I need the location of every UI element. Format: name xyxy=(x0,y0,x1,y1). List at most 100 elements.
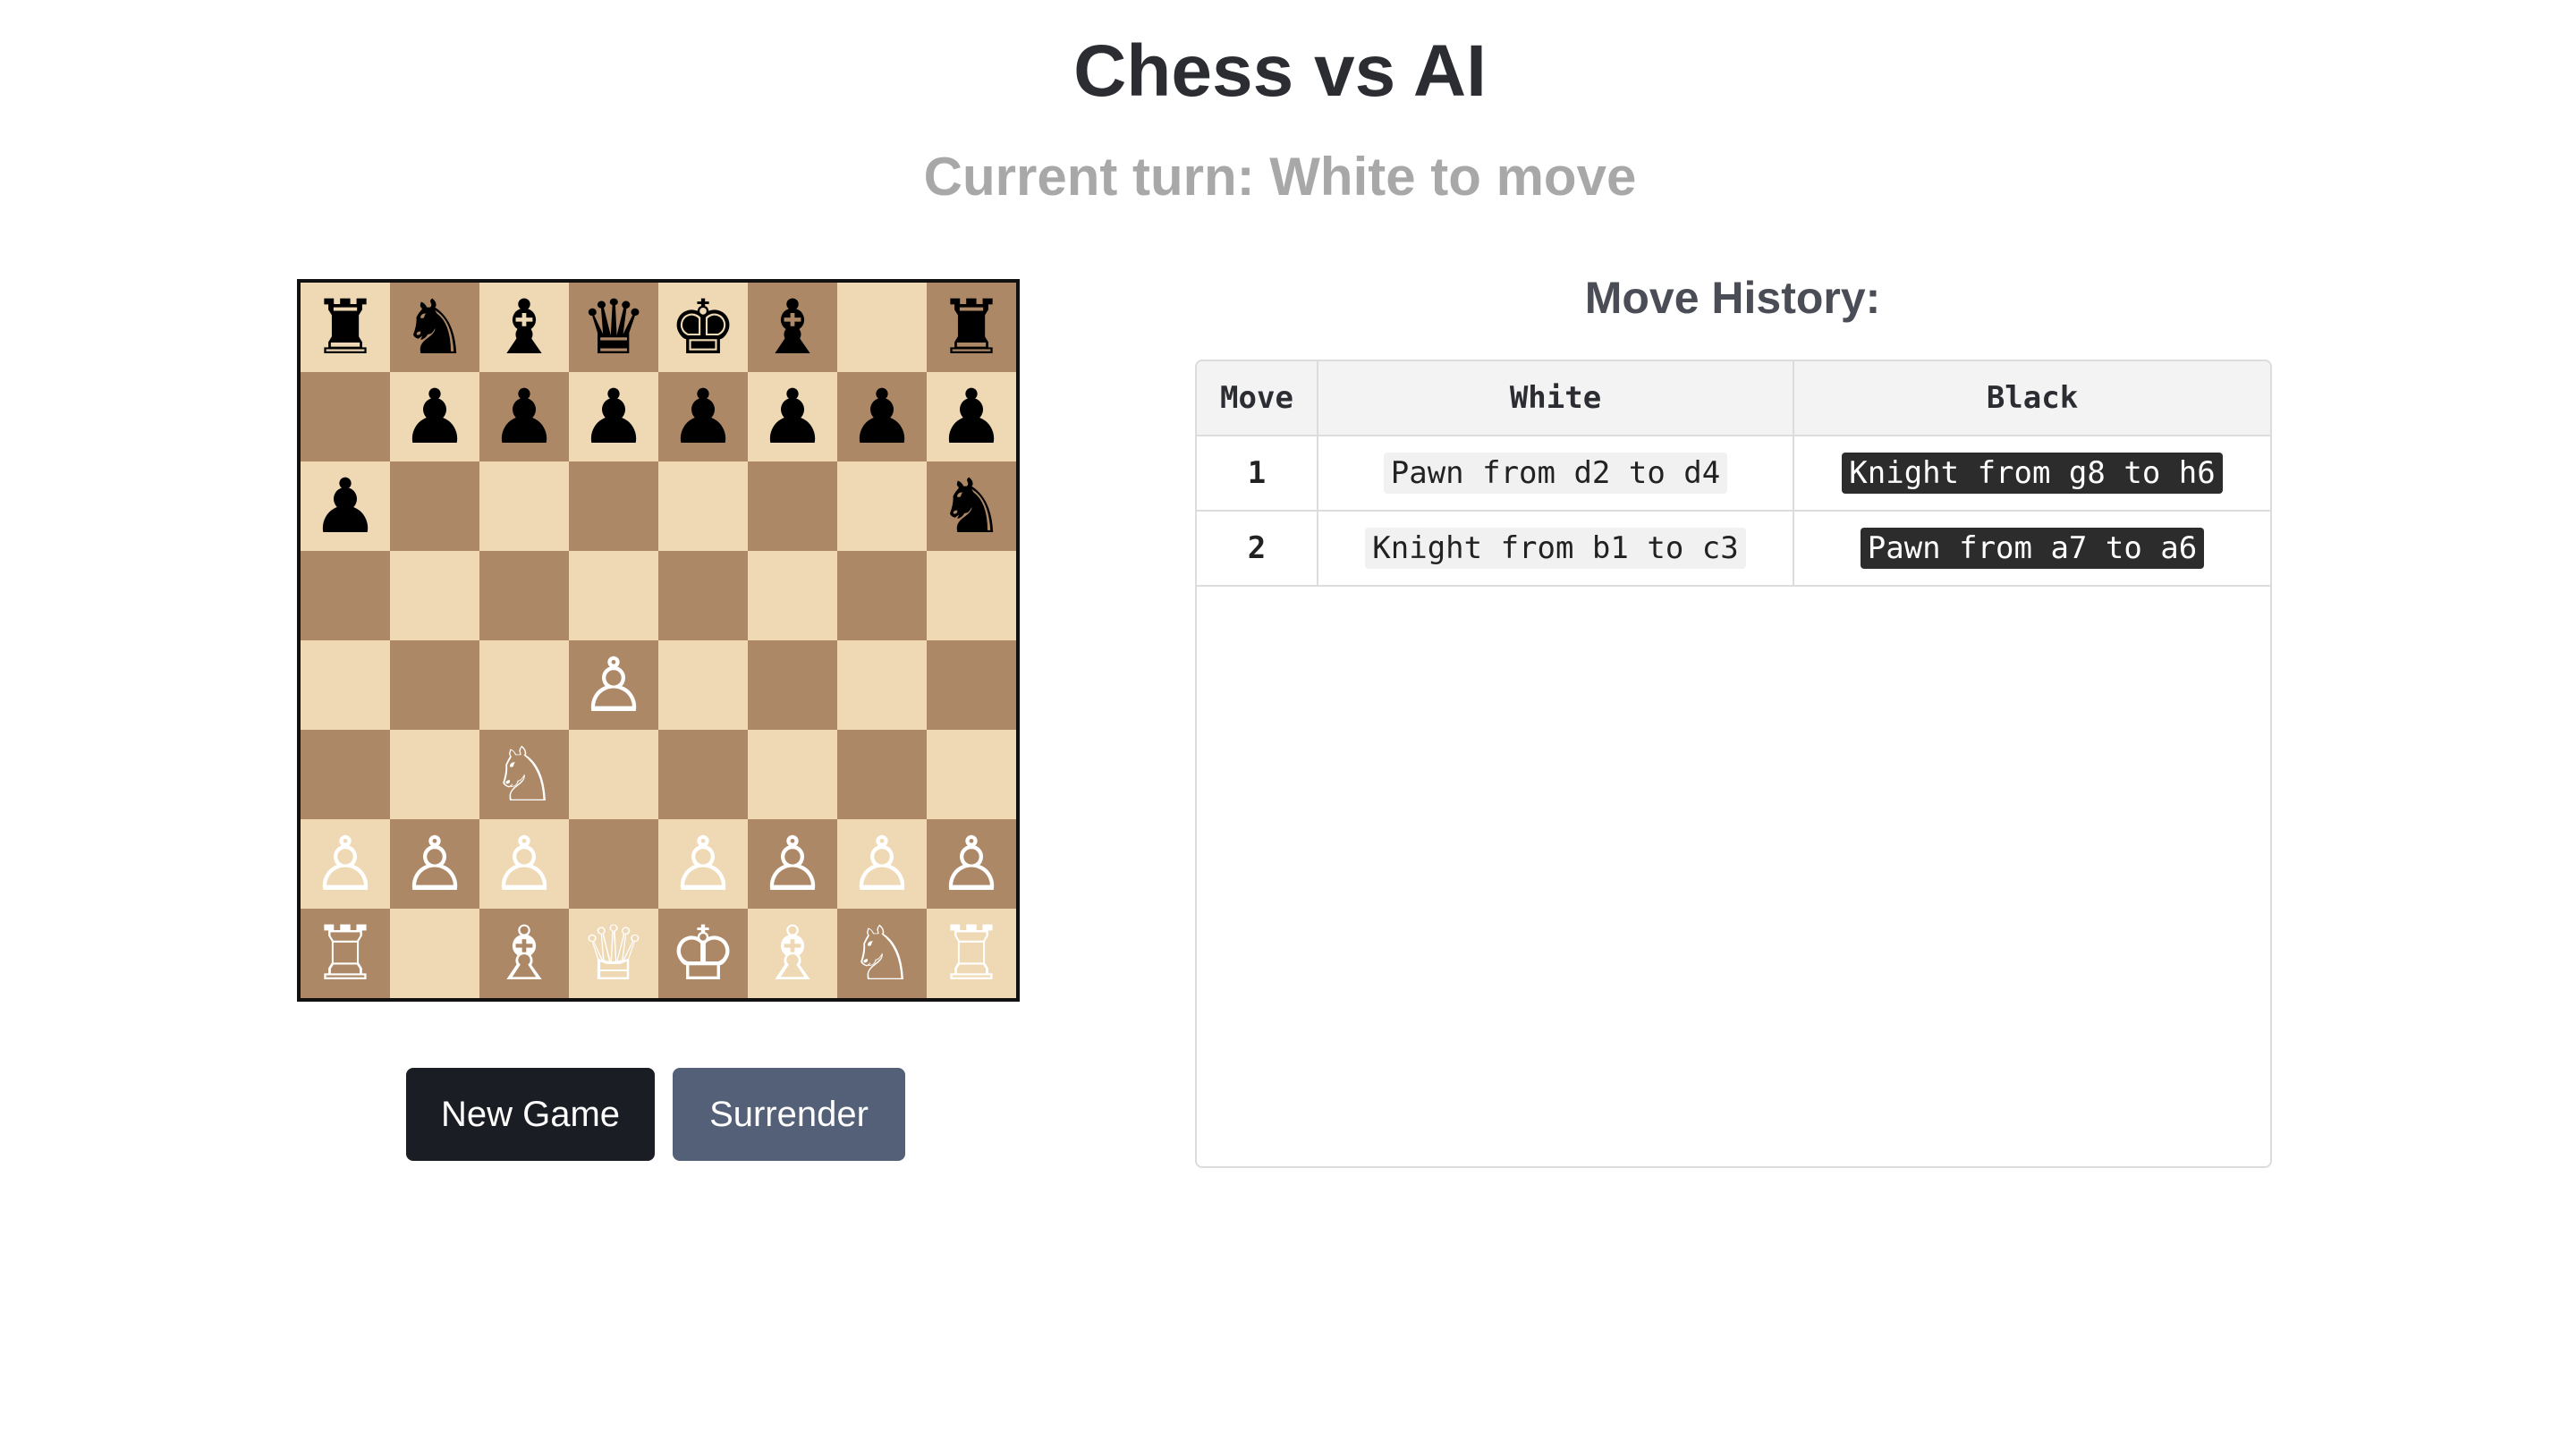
square-d6[interactable] xyxy=(569,461,658,551)
black-knight-piece[interactable]: ♞ xyxy=(937,461,1005,551)
white-knight-piece[interactable]: ♘ xyxy=(848,909,915,998)
square-f8[interactable]: ♝ xyxy=(748,283,837,372)
black-pawn-piece[interactable]: ♟ xyxy=(580,372,647,461)
white-bishop-piece[interactable]: ♗ xyxy=(490,909,557,998)
square-c3[interactable]: ♘ xyxy=(479,730,569,819)
square-b3[interactable] xyxy=(390,730,479,819)
square-b4[interactable] xyxy=(390,640,479,730)
square-d3[interactable] xyxy=(569,730,658,819)
square-e2[interactable]: ♙ xyxy=(658,819,748,909)
square-g8[interactable] xyxy=(837,283,927,372)
square-e5[interactable] xyxy=(658,551,748,640)
square-b7[interactable]: ♟ xyxy=(390,372,479,461)
white-rook-piece[interactable]: ♖ xyxy=(937,909,1005,998)
square-f3[interactable] xyxy=(748,730,837,819)
square-b8[interactable]: ♞ xyxy=(390,283,479,372)
square-g7[interactable]: ♟ xyxy=(837,372,927,461)
new-game-button[interactable]: New Game xyxy=(406,1068,655,1161)
square-c1[interactable]: ♗ xyxy=(479,909,569,998)
square-c8[interactable]: ♝ xyxy=(479,283,569,372)
square-h1[interactable]: ♖ xyxy=(927,909,1016,998)
square-c5[interactable] xyxy=(479,551,569,640)
square-d8[interactable]: ♛ xyxy=(569,283,658,372)
square-b6[interactable] xyxy=(390,461,479,551)
square-g6[interactable] xyxy=(837,461,927,551)
square-e1[interactable]: ♔ xyxy=(658,909,748,998)
square-f7[interactable]: ♟ xyxy=(748,372,837,461)
black-rook-piece[interactable]: ♜ xyxy=(311,283,378,372)
square-d2[interactable] xyxy=(569,819,658,909)
square-d7[interactable]: ♟ xyxy=(569,372,658,461)
black-queen-piece[interactable]: ♛ xyxy=(580,283,647,372)
white-pawn-piece[interactable]: ♙ xyxy=(401,819,468,909)
square-h6[interactable]: ♞ xyxy=(927,461,1016,551)
square-c2[interactable]: ♙ xyxy=(479,819,569,909)
black-pawn-piece[interactable]: ♟ xyxy=(848,372,915,461)
square-e3[interactable] xyxy=(658,730,748,819)
black-pawn-piece[interactable]: ♟ xyxy=(669,372,736,461)
square-c4[interactable] xyxy=(479,640,569,730)
square-h2[interactable]: ♙ xyxy=(927,819,1016,909)
square-g2[interactable]: ♙ xyxy=(837,819,927,909)
square-e7[interactable]: ♟ xyxy=(658,372,748,461)
black-knight-piece[interactable]: ♞ xyxy=(401,283,468,372)
square-f5[interactable] xyxy=(748,551,837,640)
square-f1[interactable]: ♗ xyxy=(748,909,837,998)
square-a2[interactable]: ♙ xyxy=(301,819,390,909)
square-b2[interactable]: ♙ xyxy=(390,819,479,909)
square-a8[interactable]: ♜ xyxy=(301,283,390,372)
white-pawn-piece[interactable]: ♙ xyxy=(759,819,826,909)
white-pawn-piece[interactable]: ♙ xyxy=(311,819,378,909)
white-pawn-piece[interactable]: ♙ xyxy=(848,819,915,909)
square-h5[interactable] xyxy=(927,551,1016,640)
square-e4[interactable] xyxy=(658,640,748,730)
white-pawn-piece[interactable]: ♙ xyxy=(669,819,736,909)
square-h3[interactable] xyxy=(927,730,1016,819)
square-d1[interactable]: ♕ xyxy=(569,909,658,998)
square-a1[interactable]: ♖ xyxy=(301,909,390,998)
chess-board[interactable]: ♜ ♞ ♝ ♛ ♚ ♝ ♜ ♟ ♟ ♟ ♟ ♟ ♟ ♟ ♟ ♞ ♙ ♘ ♙ ♙ ♙ ♙ ♙ ♙ ♙ ♖ ♗ ♕ ♔ ♗ ♘ ♖ xyxy=(297,279,1020,1002)
square-c7[interactable]: ♟ xyxy=(479,372,569,461)
white-pawn-piece[interactable]: ♙ xyxy=(490,819,557,909)
white-rook-piece[interactable]: ♖ xyxy=(311,909,378,998)
square-f2[interactable]: ♙ xyxy=(748,819,837,909)
surrender-button[interactable]: Surrender xyxy=(673,1068,905,1161)
square-h7[interactable]: ♟ xyxy=(927,372,1016,461)
square-d5[interactable] xyxy=(569,551,658,640)
square-e8[interactable]: ♚ xyxy=(658,283,748,372)
square-a6[interactable]: ♟ xyxy=(301,461,390,551)
square-c6[interactable] xyxy=(479,461,569,551)
white-bishop-piece[interactable]: ♗ xyxy=(759,909,826,998)
square-f6[interactable] xyxy=(748,461,837,551)
square-g4[interactable] xyxy=(837,640,927,730)
white-queen-piece[interactable]: ♕ xyxy=(580,909,647,998)
square-b5[interactable] xyxy=(390,551,479,640)
square-g3[interactable] xyxy=(837,730,927,819)
square-d4[interactable]: ♙ xyxy=(569,640,658,730)
square-f4[interactable] xyxy=(748,640,837,730)
black-pawn-piece[interactable]: ♟ xyxy=(759,372,826,461)
square-h4[interactable] xyxy=(927,640,1016,730)
square-h8[interactable]: ♜ xyxy=(927,283,1016,372)
square-b1[interactable] xyxy=(390,909,479,998)
square-g1[interactable]: ♘ xyxy=(837,909,927,998)
move-history-panel[interactable]: Move White Black 1 Pawn from d2 to d4 Knig… xyxy=(1195,360,2272,1168)
black-bishop-piece[interactable]: ♝ xyxy=(759,283,826,372)
black-pawn-piece[interactable]: ♟ xyxy=(311,461,378,551)
square-a5[interactable] xyxy=(301,551,390,640)
black-bishop-piece[interactable]: ♝ xyxy=(490,283,557,372)
square-a7[interactable] xyxy=(301,372,390,461)
white-pawn-piece[interactable]: ♙ xyxy=(937,819,1005,909)
white-knight-piece[interactable]: ♘ xyxy=(490,730,557,819)
square-e6[interactable] xyxy=(658,461,748,551)
black-pawn-piece[interactable]: ♟ xyxy=(490,372,557,461)
square-g5[interactable] xyxy=(837,551,927,640)
black-pawn-piece[interactable]: ♟ xyxy=(401,372,468,461)
black-rook-piece[interactable]: ♜ xyxy=(937,283,1005,372)
square-a4[interactable] xyxy=(301,640,390,730)
black-king-piece[interactable]: ♚ xyxy=(669,283,736,372)
white-pawn-piece[interactable]: ♙ xyxy=(580,640,647,730)
black-pawn-piece[interactable]: ♟ xyxy=(937,372,1005,461)
white-king-piece[interactable]: ♔ xyxy=(669,909,736,998)
square-a3[interactable] xyxy=(301,730,390,819)
